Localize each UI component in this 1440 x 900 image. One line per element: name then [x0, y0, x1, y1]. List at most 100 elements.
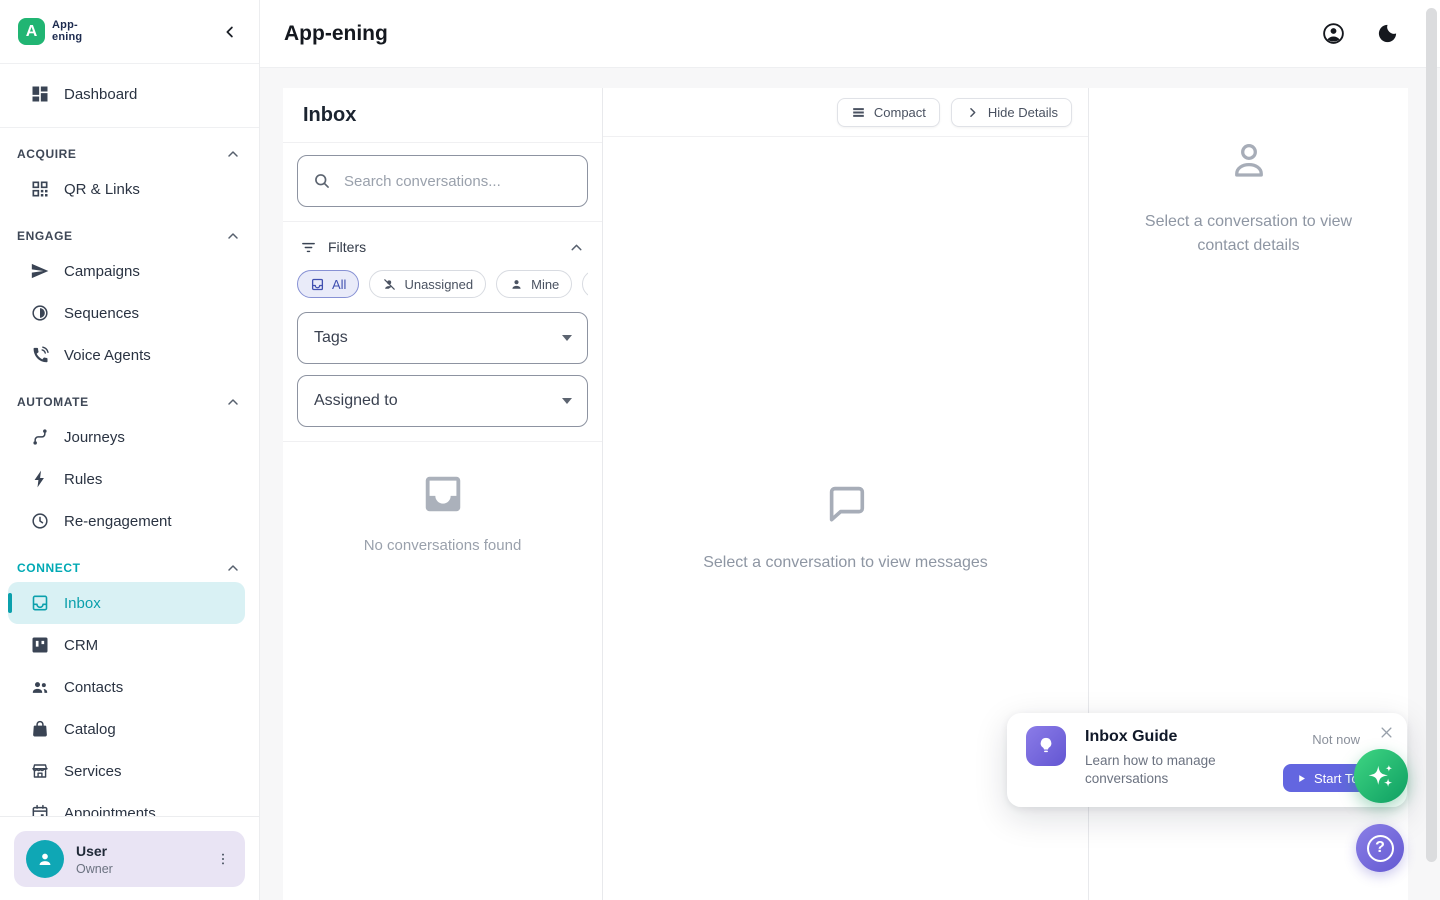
filter-chip-unassigned[interactable]: Unassigned	[369, 270, 486, 298]
account-circle-icon	[1321, 21, 1346, 46]
sidebar-item-label: Journeys	[64, 429, 125, 446]
divider	[0, 127, 259, 128]
compact-button[interactable]: Compact	[837, 98, 940, 127]
sidebar-item-journeys[interactable]: Journeys	[0, 416, 259, 458]
page-scrollbar[interactable]	[1426, 8, 1437, 862]
app-logo: A App- ening	[18, 18, 82, 45]
search-input[interactable]	[344, 173, 573, 190]
person-icon	[35, 849, 55, 869]
user-card[interactable]: User Owner	[14, 831, 245, 887]
hide-details-button[interactable]: Hide Details	[951, 98, 1072, 127]
sidebar-item-re-engagement[interactable]: Re-engagement	[0, 500, 259, 542]
tags-select[interactable]: Tags	[297, 312, 588, 364]
moon-icon	[1376, 22, 1399, 45]
close-icon	[1379, 725, 1394, 740]
messages-empty-state: Select a conversation to view messages	[603, 480, 1088, 572]
details-empty-state: Select a conversation to view contact de…	[1089, 88, 1408, 258]
messages-toolbar: Compact Hide Details	[603, 88, 1088, 137]
conversations-empty-text: No conversations found	[283, 537, 602, 554]
person-off-icon	[382, 277, 397, 292]
filter-chip-mine[interactable]: Mine	[496, 270, 572, 298]
sidebar-item-appointments[interactable]: Appointments	[0, 792, 259, 816]
phone-call-icon	[30, 345, 50, 365]
sidebar: A App- ening Dashboard ACQUIRE QR & Link…	[0, 0, 260, 900]
assigned-to-select[interactable]: Assigned to	[297, 375, 588, 427]
account-button[interactable]	[1320, 21, 1346, 47]
dashboard-icon	[30, 84, 50, 104]
sidebar-item-catalog[interactable]: Catalog	[0, 708, 259, 750]
more-vertical-icon	[215, 851, 231, 867]
guide-title: Inbox Guide	[1085, 728, 1177, 746]
sidebar-item-label: Inbox	[64, 595, 101, 612]
details-empty-text: Select a conversation to view contact de…	[1131, 210, 1367, 258]
close-toast-button[interactable]	[1377, 723, 1395, 741]
sidebar-item-label: QR & Links	[64, 181, 140, 198]
user-name: User	[76, 843, 113, 859]
sidebar-item-rules[interactable]: Rules	[0, 458, 259, 500]
sidebar-item-voice-agents[interactable]: Voice Agents	[0, 334, 259, 376]
user-menu-button[interactable]	[209, 845, 237, 873]
sidebar-header: A App- ening	[0, 0, 259, 64]
chevron-up-icon[interactable]	[568, 239, 585, 256]
sidebar-item-label: Re-engagement	[64, 513, 172, 530]
sidebar-item-label: CRM	[64, 637, 98, 654]
sidebar-item-label: Catalog	[64, 721, 116, 738]
chevron-left-icon	[221, 23, 239, 41]
chevron-up-icon	[225, 146, 241, 162]
not-now-button[interactable]: Not now	[1312, 732, 1360, 747]
chevron-up-icon	[225, 394, 241, 410]
dropdown-arrow-icon	[562, 398, 572, 404]
kanban-icon	[30, 635, 50, 655]
sidebar-item-label: Appointments	[64, 805, 156, 817]
sidebar-item-contacts[interactable]: Contacts	[0, 666, 259, 708]
filter-chip-unread[interactable]: Unread	[582, 270, 588, 298]
app-wordmark: App- ening	[52, 20, 82, 44]
section-header-acquire[interactable]: ACQUIRE	[0, 144, 259, 164]
app-logo-icon: A	[18, 18, 45, 45]
filter-chip-all[interactable]: All	[297, 270, 359, 298]
qr-code-icon	[30, 179, 50, 199]
sidebar-item-inbox[interactable]: Inbox	[8, 582, 245, 624]
chevron-right-icon	[965, 105, 980, 120]
tags-select-label: Tags	[314, 329, 348, 347]
sidebar-item-label: Services	[64, 763, 122, 780]
user-info: User Owner	[76, 843, 113, 876]
sidebar-item-label: Sequences	[64, 305, 139, 322]
sidebar-item-crm[interactable]: CRM	[0, 624, 259, 666]
calendar-icon	[30, 803, 50, 816]
sidebar-item-label: Campaigns	[64, 263, 140, 280]
filter-chips: All Unassigned Mine Unread	[297, 270, 588, 298]
header-actions	[1320, 21, 1400, 47]
filters-section: Filters All Unassigned Mine U	[283, 222, 602, 442]
help-fab[interactable]: ?	[1356, 824, 1404, 872]
search-box	[297, 155, 588, 207]
sidebar-item-label: Voice Agents	[64, 347, 151, 364]
page-title: App-ening	[284, 22, 388, 46]
sidebar-item-qr-links[interactable]: QR & Links	[0, 168, 259, 210]
chevron-up-icon	[225, 228, 241, 244]
assigned-to-select-label: Assigned to	[314, 392, 398, 410]
inbox-icon	[310, 277, 325, 292]
inbox-panel-header: Inbox	[283, 88, 602, 143]
question-mark-icon: ?	[1367, 835, 1394, 862]
sidebar-item-dashboard[interactable]: Dashboard	[0, 73, 259, 115]
app-header: App-ening	[260, 0, 1440, 68]
ai-assistant-fab[interactable]	[1354, 749, 1408, 803]
section-header-engage[interactable]: ENGAGE	[0, 226, 259, 246]
section-header-connect[interactable]: CONNECT	[0, 558, 259, 578]
inbox-panel-title: Inbox	[303, 104, 356, 127]
dark-mode-toggle[interactable]	[1374, 21, 1400, 47]
sidebar-collapse-button[interactable]	[215, 17, 245, 47]
sidebar-item-sequences[interactable]: Sequences	[0, 292, 259, 334]
filters-header: Filters	[297, 232, 588, 262]
section-header-automate[interactable]: AUTOMATE	[0, 392, 259, 412]
guide-icon-tile	[1026, 726, 1066, 766]
sidebar-item-services[interactable]: Services	[0, 750, 259, 792]
lightbulb-icon	[1035, 735, 1057, 757]
filter-icon	[300, 239, 317, 256]
conversations-empty-state: No conversations found	[283, 471, 602, 554]
sidebar-item-campaigns[interactable]: Campaigns	[0, 250, 259, 292]
search-section	[283, 143, 602, 222]
sparkles-icon	[1366, 763, 1396, 789]
dropdown-arrow-icon	[562, 335, 572, 341]
